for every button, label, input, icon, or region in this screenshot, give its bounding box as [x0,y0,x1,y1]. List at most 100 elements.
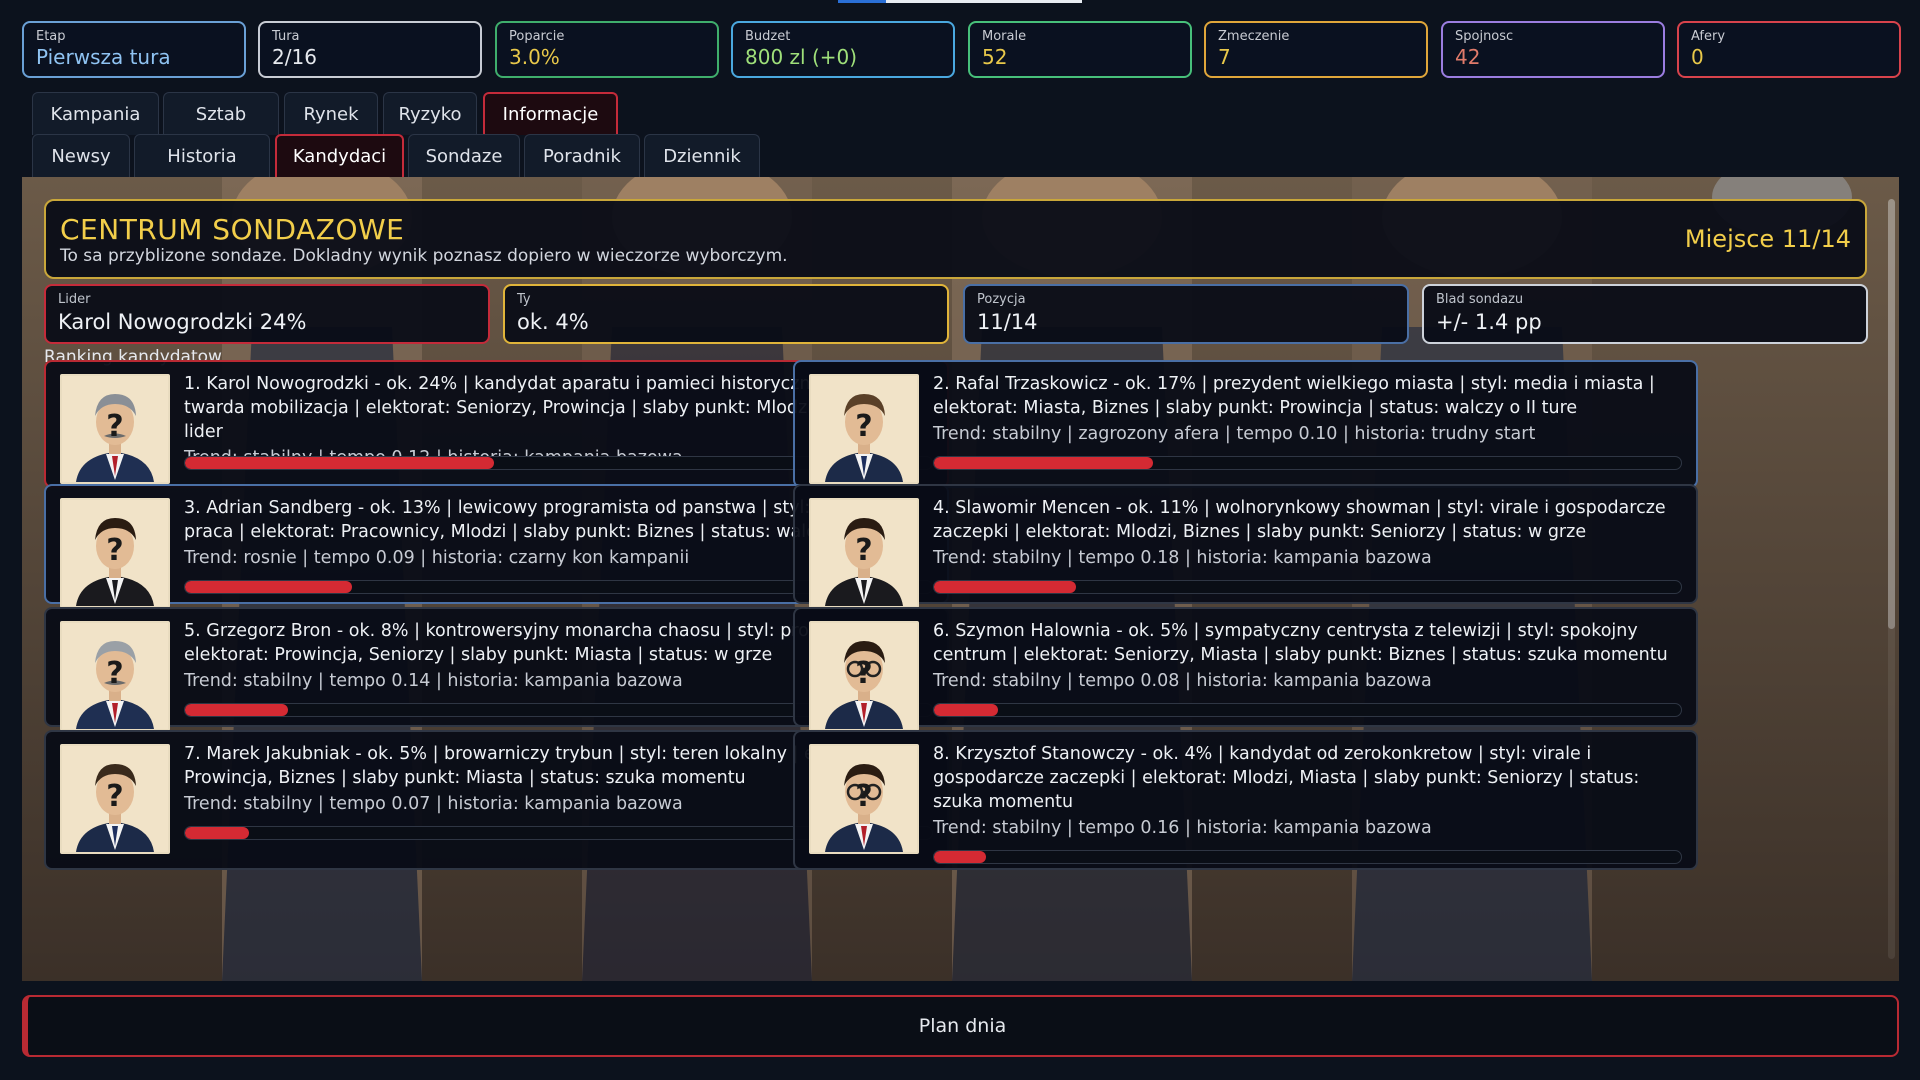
candidates-panel: CENTRUM SONDAZOWE To sa przyblizone sond… [22,177,1899,981]
support-bar-fill [934,704,999,716]
portrait-figure: ? [62,623,168,729]
candidate-trend: Trend: stabilny | zagrozony afera | temp… [933,424,1536,444]
stat-value: 800 zl (+0) [745,45,858,69]
poll-center-header: CENTRUM SONDAZOWE To sa przyblizone sond… [44,199,1867,279]
portrait-figure: ? [62,746,168,852]
candidate-portrait: ? [60,744,170,854]
candidate-trend: Trend: stabilny | tempo 0.16 | historia:… [933,818,1432,838]
candidate-text-block: 2. Rafal Trzaskowicz - ok. 17% | prezyde… [933,372,1682,446]
support-bar-fill [934,457,1153,469]
candidate-card[interactable]: ? 2. Rafal Trzaskowicz - ok. 17% | prezyd… [793,360,1698,488]
stat-label: Tura [272,29,300,44]
support-bar [933,703,1682,717]
header-title: CENTRUM SONDAZOWE [60,213,405,246]
portrait-figure: ? [811,500,917,606]
tab-kampania[interactable]: Kampania [32,92,159,135]
support-bar-fill [185,827,250,839]
tab-kandydaci[interactable]: Kandydaci [275,134,404,177]
info-ty: Ty ok. 4% [503,284,949,344]
stat-tura: Tura 2/16 [258,21,482,78]
stat-poparcie: Poparcie 3.0% [495,21,719,78]
candidate-trend: Trend: stabilny | tempo 0.08 | historia:… [933,671,1432,691]
stat-value: Pierwsza tura [36,45,171,69]
tab-informacje[interactable]: Informacje [483,92,618,135]
tab-poradnik[interactable]: Poradnik [524,134,640,177]
plan-day-button[interactable]: Plan dnia [22,995,1899,1057]
support-bar-fill [934,851,986,863]
support-bar [933,580,1682,594]
support-bar-fill [185,457,495,469]
stat-value: 3.0% [509,45,560,69]
support-bar [933,850,1682,864]
portrait-figure: ? [811,746,917,852]
candidate-portrait: ? [60,498,170,608]
portrait-figure: ? [811,376,917,482]
candidate-portrait: ? [809,374,919,484]
stat-label: Morale [982,29,1027,44]
top-indicator-right [886,0,1082,3]
stat-value: 7 [1218,45,1231,69]
svg-text:?: ? [106,779,123,814]
candidate-trend: Trend: stabilny | tempo 0.18 | historia:… [933,548,1432,568]
svg-text:?: ? [855,779,872,814]
candidate-card[interactable]: ? 6. Szymon Halownia - ok. 5% | sympatycz… [793,607,1698,731]
candidate-portrait: ? [809,744,919,854]
stat-budzet: Budzet 800 zl (+0) [731,21,955,78]
candidate-text-block: 4. Slawomir Mencen - ok. 11% | wolnorynk… [933,496,1682,570]
svg-text:?: ? [106,409,123,444]
candidate-description: 8. Krzysztof Stanowczy - ok. 4% | kandyd… [933,744,1640,812]
candidate-text-block: 6. Szymon Halownia - ok. 5% | sympatyczn… [933,619,1682,693]
svg-text:?: ? [855,409,872,444]
svg-text:?: ? [855,656,872,691]
info-lider: Lider Karol Nowogrodzki 24% [44,284,490,344]
candidate-portrait: ? [809,621,919,731]
stat-label: Spojnosc [1455,29,1514,44]
stat-zmeczenie: Zmeczenie 7 [1204,21,1428,78]
svg-text:?: ? [106,656,123,691]
stat-label: Etap [36,29,66,44]
tab-sondaze[interactable]: Sondaze [408,134,520,177]
stat-etap: Etap Pierwsza tura [22,21,246,78]
candidate-card[interactable]: ? 8. Krzysztof Stanowczy - ok. 4% | kandy… [793,730,1698,870]
info-label: Ty [517,292,531,307]
info-label: Pozycja [977,292,1026,307]
info-value: 11/14 [977,310,1038,334]
svg-text:?: ? [106,533,123,568]
info-value: +/- 1.4 pp [1436,310,1542,334]
info-value: Karol Nowogrodzki 24% [58,310,307,334]
candidate-description: 6. Szymon Halownia - ok. 5% | sympatyczn… [933,621,1668,665]
stat-morale: Morale 52 [968,21,1192,78]
candidate-portrait: ? [60,621,170,731]
stat-value: 0 [1691,45,1704,69]
stat-value: 2/16 [272,45,317,69]
info-label: Blad sondazu [1436,292,1524,307]
candidate-portrait: ? [60,374,170,484]
support-bar-fill [934,581,1076,593]
tab-historia[interactable]: Historia [134,134,270,177]
panel-scrollbar[interactable] [1888,199,1895,959]
portrait-figure: ? [62,500,168,606]
tab-dziennik[interactable]: Dziennik [644,134,760,177]
info-label: Lider [58,292,91,307]
candidate-portrait: ? [809,498,919,608]
stat-label: Budzet [745,29,791,44]
candidate-text-block: 8. Krzysztof Stanowczy - ok. 4% | kandyd… [933,742,1682,840]
tab-ryzyko[interactable]: Ryzyko [383,92,477,135]
scrollbar-thumb[interactable] [1888,199,1895,629]
candidate-card[interactable]: ? 4. Slawomir Mencen - ok. 11% | wolnoryn… [793,484,1698,608]
support-bar-fill [185,581,353,593]
info-value: ok. 4% [517,310,589,334]
top-indicator-left [838,0,886,3]
tab-sztab[interactable]: Sztab [163,92,279,135]
tab-rynek[interactable]: Rynek [284,92,378,135]
info-blad-sondazu: Blad sondazu +/- 1.4 pp [1422,284,1868,344]
tab-newsy[interactable]: Newsy [32,134,130,177]
stat-afery: Afery 0 [1677,21,1901,78]
top-progress-indicator [838,0,1082,3]
stats-bar: Etap Pierwsza tura Tura 2/16 Poparcie 3.0% Bud… [22,21,1901,78]
stat-label: Zmeczenie [1218,29,1290,44]
info-pozycja: Pozycja 11/14 [963,284,1409,344]
portrait-figure: ? [811,623,917,729]
candidate-description: 2. Rafal Trzaskowicz - ok. 17% | prezyde… [933,374,1655,418]
support-bar-fill [185,704,289,716]
